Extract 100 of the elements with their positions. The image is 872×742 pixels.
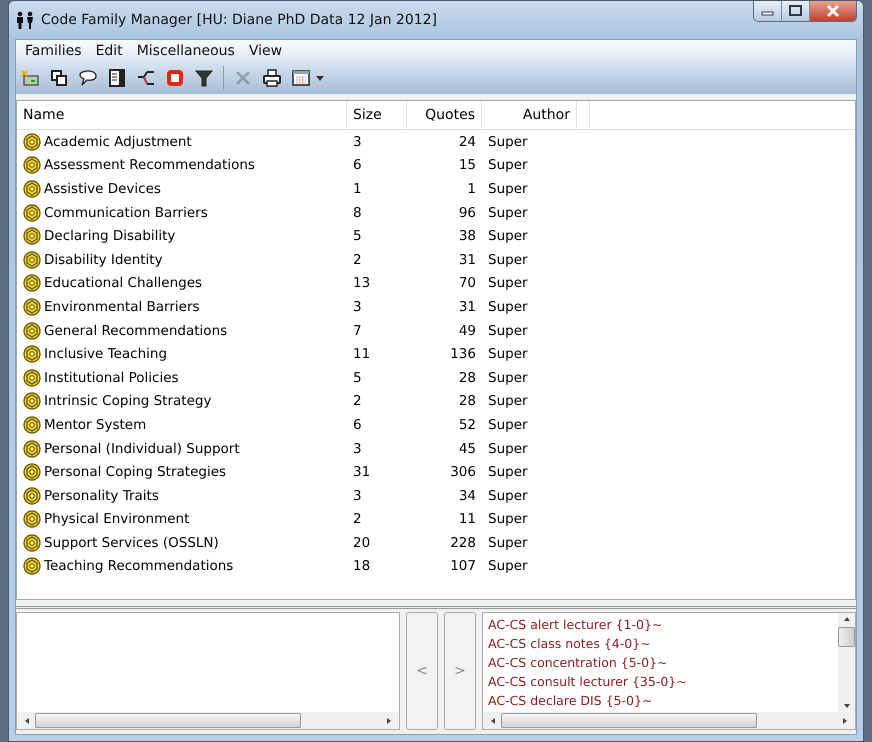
- author-cell-text: Super: [487, 440, 529, 457]
- author-cell-text: Super: [487, 252, 529, 268]
- close-button[interactable]: [810, 1, 856, 21]
- author-cell-text: Super: [487, 416, 529, 433]
- family-name[interactable]: Inclusive Teaching: [44, 346, 168, 362]
- code-family-icon: [23, 322, 41, 340]
- code-item[interactable]: AC-CS concentration {5-0}~: [488, 653, 833, 672]
- scrollbar-thumb[interactable]: [838, 627, 855, 647]
- scroll-right-icon[interactable]: [841, 716, 849, 724]
- caret-icon[interactable]: [315, 73, 325, 83]
- code-item[interactable]: AC-CS consult lecturer {35-0}~: [488, 672, 833, 691]
- family-name[interactable]: Disability Identity: [44, 252, 163, 268]
- code-family-icon: [23, 132, 41, 151]
- quotes-cell-text: 49: [458, 322, 477, 339]
- size-cell-text: 31: [352, 464, 372, 480]
- size-cell-text: 11: [352, 346, 372, 362]
- author-cell-text: Super: [487, 488, 529, 504]
- menu-item[interactable]: Families: [18, 43, 89, 59]
- size-cell-text: 3: [352, 134, 363, 150]
- scroll-right-icon[interactable]: [385, 716, 393, 724]
- family-name[interactable]: Teaching Recommendations: [44, 558, 234, 574]
- family-name[interactable]: Declaring Disability: [44, 228, 176, 244]
- code-family-icon: [23, 204, 41, 222]
- size-cell-text: 3: [352, 488, 363, 504]
- family-name[interactable]: Assessment Recommendations: [44, 157, 255, 174]
- quotes-cell-text: 31: [458, 252, 477, 268]
- size-cell-text: 8: [352, 204, 363, 221]
- quotes-cell-text: 15: [458, 157, 477, 174]
- family-name[interactable]: Academic Adjustment: [44, 134, 192, 150]
- menu-item[interactable]: View: [242, 43, 290, 59]
- new-family-icon[interactable]: [20, 68, 40, 88]
- minimize-button[interactable]: [754, 1, 782, 21]
- document-icon[interactable]: [107, 68, 127, 88]
- code-item[interactable]: AC-CS alert lecturer {1-0}~: [488, 615, 833, 634]
- family-name[interactable]: Support Services (OSSLN): [44, 534, 219, 551]
- author-cell-text: Super: [487, 511, 529, 528]
- code-family-icon: [23, 486, 41, 505]
- menu-item[interactable]: Miscellaneous: [130, 43, 242, 59]
- scrollbar-thumb[interactable]: [501, 713, 757, 728]
- size-cell-text: 2: [352, 393, 363, 410]
- family-name[interactable]: Environmental Barriers: [44, 298, 200, 315]
- filter-icon[interactable]: [194, 68, 214, 88]
- size-cell-text: 1: [352, 180, 363, 197]
- size-cell-text: 20: [352, 534, 372, 551]
- size-cell-text: 6: [352, 416, 363, 433]
- author-cell-text: Super: [487, 298, 529, 315]
- family-name[interactable]: Mentor System: [44, 416, 146, 433]
- quotes-cell-text: 70: [458, 275, 477, 292]
- network-icon[interactable]: [136, 68, 156, 88]
- window-title: Code Family Manager [HU: Diane PhD Data 12 Jan 2012]: [41, 12, 438, 28]
- size-cell-text: 2: [352, 511, 363, 528]
- quotes-cell-text: 31: [458, 298, 477, 315]
- column-header[interactable]: Quotes: [407, 101, 482, 129]
- table-view-dropdown[interactable]: [291, 68, 325, 88]
- family-name[interactable]: Personal (Individual) Support: [44, 440, 240, 457]
- printer-icon[interactable]: [262, 68, 282, 88]
- maximize-button[interactable]: [782, 1, 810, 21]
- family-name[interactable]: General Recommendations: [44, 322, 228, 339]
- stop-icon[interactable]: [165, 68, 185, 88]
- code-item[interactable]: AC-CS declare DIS {5-0}~: [488, 691, 833, 710]
- code-family-icon: [23, 392, 41, 410]
- scroll-left-icon[interactable]: [23, 716, 31, 724]
- speech-bubble-icon[interactable]: [78, 68, 98, 88]
- column-header[interactable]: Size: [347, 101, 407, 129]
- menu-item[interactable]: Edit: [88, 43, 130, 59]
- author-cell-text: Super: [487, 558, 529, 574]
- family-name[interactable]: Personal Coping Strategies: [44, 464, 226, 480]
- code-family-icon: [23, 180, 41, 198]
- quotes-cell-text: 52: [458, 416, 477, 433]
- code-family-icon: [23, 510, 41, 528]
- family-name[interactable]: Institutional Policies: [44, 370, 179, 386]
- family-name[interactable]: Physical Environment: [44, 511, 190, 528]
- size-cell-text: 6: [352, 157, 363, 174]
- quotes-cell-text: 96: [458, 204, 477, 221]
- column-header[interactable]: Author: [482, 101, 577, 129]
- scroll-down-icon[interactable]: [842, 702, 850, 710]
- family-name[interactable]: Personality Traits: [44, 488, 159, 504]
- code-family-icon: [23, 534, 41, 552]
- quotes-cell-text: 136: [449, 346, 477, 362]
- family-name[interactable]: Assistive Devices: [44, 180, 161, 197]
- author-cell-text: Super: [487, 180, 529, 197]
- author-cell-text: Super: [487, 534, 529, 551]
- family-name[interactable]: Intrinsic Coping Strategy: [44, 393, 212, 410]
- family-name[interactable]: Educational Challenges: [44, 275, 202, 292]
- code-family-icon: [23, 274, 41, 292]
- scroll-up-icon[interactable]: [842, 615, 850, 623]
- scroll-left-icon[interactable]: [489, 716, 497, 724]
- copy-icon[interactable]: [49, 68, 69, 88]
- code-family-icon: [23, 250, 41, 269]
- author-cell-text: Super: [487, 134, 529, 150]
- people-icon: [15, 10, 35, 30]
- code-family-icon: [23, 298, 41, 316]
- family-name[interactable]: Communication Barriers: [44, 204, 208, 221]
- author-cell-text: Super: [487, 393, 529, 410]
- scrollbar-thumb[interactable]: [35, 713, 301, 728]
- size-cell-text: 2: [352, 252, 363, 268]
- code-item[interactable]: AC-CS class notes {4-0}~: [488, 634, 833, 653]
- column-header[interactable]: Name: [17, 101, 347, 129]
- quotes-cell-text: 107: [449, 558, 477, 574]
- size-cell-text: 5: [352, 228, 363, 244]
